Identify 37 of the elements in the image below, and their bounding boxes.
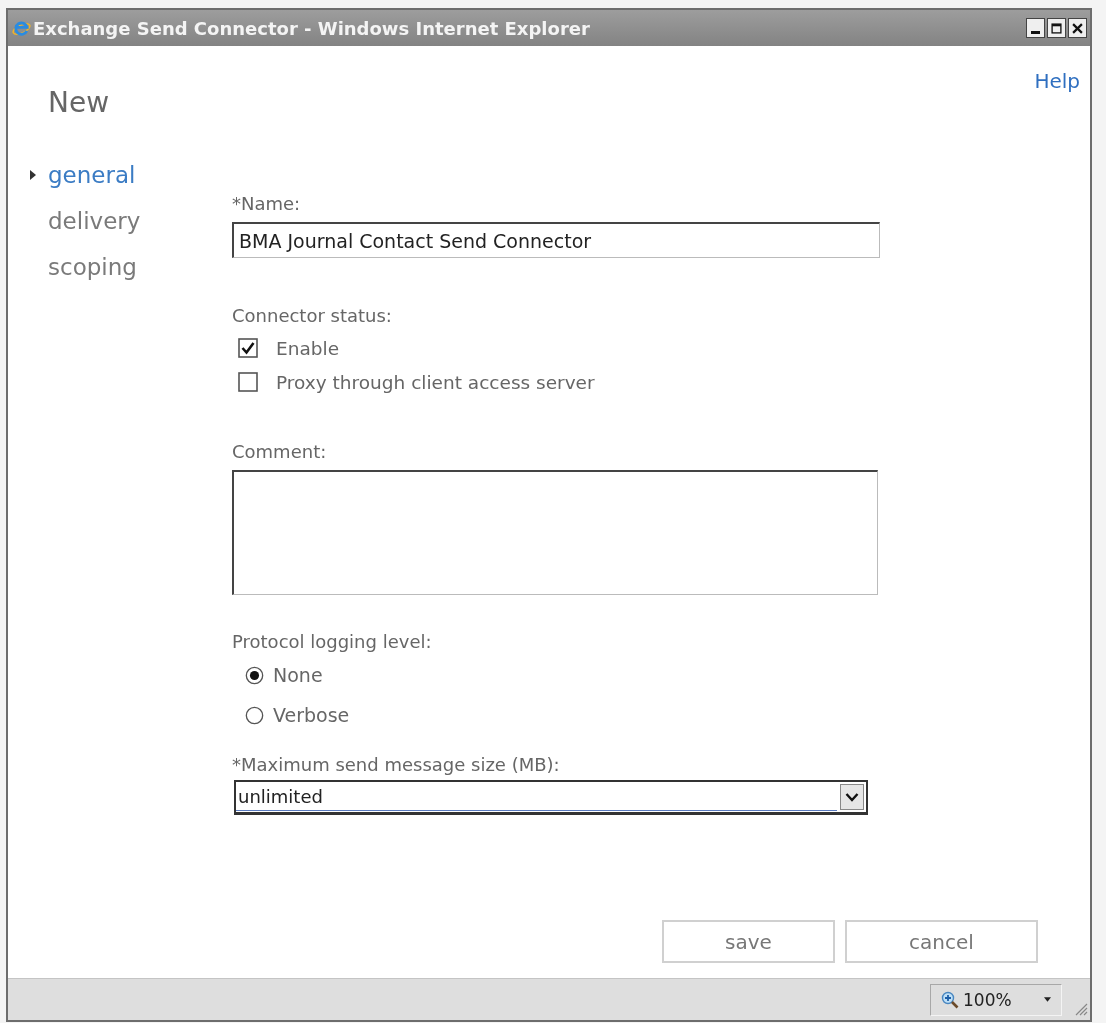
help-link[interactable]: Help [1034,70,1080,92]
minimize-button[interactable] [1026,18,1045,38]
nav-link[interactable]: delivery [48,205,141,237]
triangle-icon [30,170,36,180]
radio-button[interactable] [245,705,264,725]
cancel-button[interactable]: cancel [845,920,1038,963]
radio-label: None [273,664,323,686]
minimize-icon [1031,31,1040,34]
chevron-down-icon [845,792,859,802]
nav-link[interactable]: scoping [48,251,137,283]
checkbox[interactable] [238,372,258,392]
field-label: Connector status: [232,307,392,325]
nav-link[interactable]: general [48,159,136,191]
zoom-in-icon [941,990,959,1009]
radio-button[interactable] [245,665,264,685]
maximize-icon [1051,22,1062,34]
comment-field[interactable] [232,470,878,595]
page-heading: New [48,86,110,120]
zoom-control[interactable]: 100% [930,983,1062,1016]
save-button[interactable]: save [662,920,835,963]
window-title: Exchange Send Connector - Windows Internet Explorer [33,17,590,39]
field-label: Comment: [232,443,327,461]
maximize-button[interactable] [1047,18,1066,38]
name-field[interactable]: BMA Journal Contact Send Connector [232,222,880,258]
field-label: *Maximum send message size (MB): [232,756,560,774]
close-button[interactable] [1068,18,1087,38]
checkbox-label: Enable [276,337,339,359]
radio-label: Verbose [273,704,350,726]
checkbox[interactable] [238,338,258,358]
dropdown-button[interactable] [840,784,864,810]
resize-grip-icon [1074,1001,1088,1016]
caret-down-icon [1044,997,1051,1002]
field-label: *Name: [232,195,301,213]
close-icon [1072,22,1083,34]
checkbox-label: Proxy through client access server [276,371,595,393]
size-dropdown[interactable]: unlimited [234,780,868,815]
field-label: Protocol logging level: [232,633,432,651]
